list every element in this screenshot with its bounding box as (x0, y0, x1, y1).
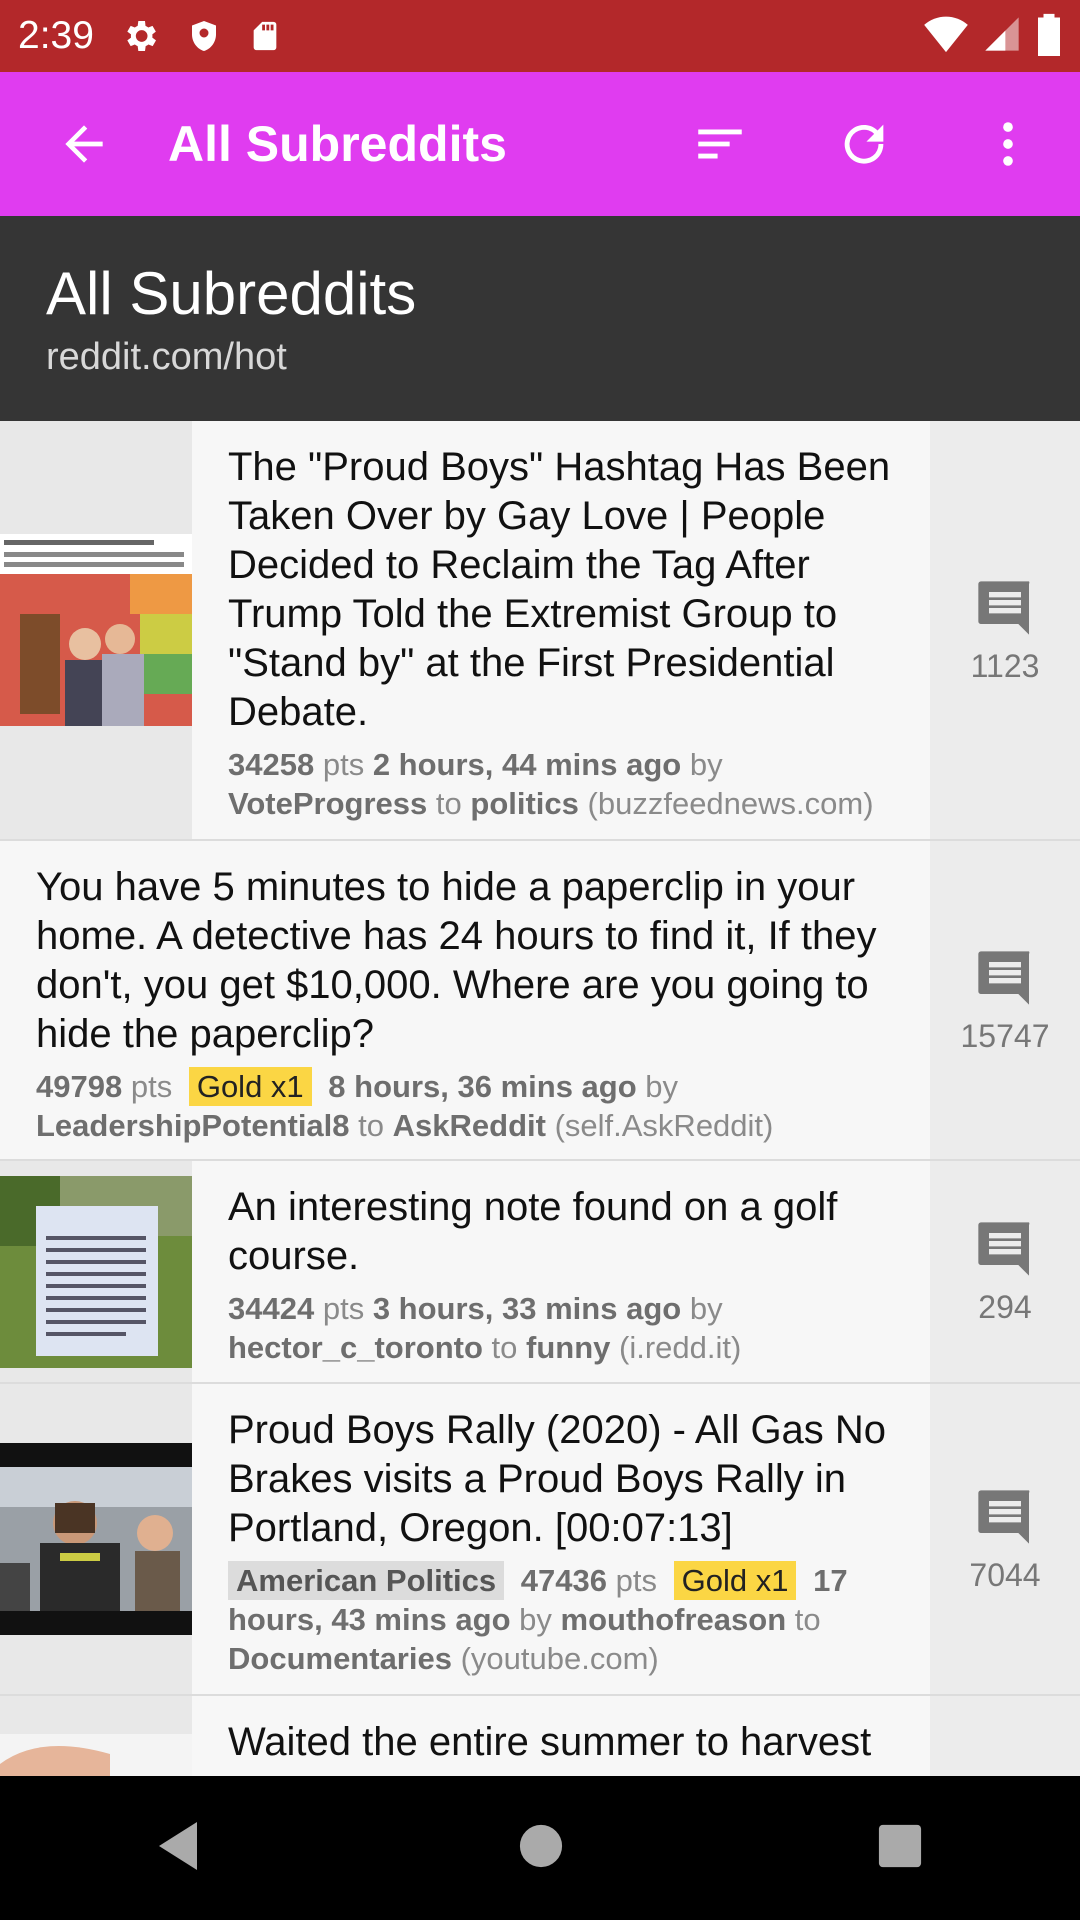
more-vert-icon (1003, 122, 1013, 166)
triangle-back-icon (158, 1821, 197, 1870)
nav-recents-button[interactable] (877, 1823, 923, 1874)
header-subtitle: reddit.com/hot (46, 336, 287, 378)
post-title[interactable]: An interesting note found on a golf cour… (228, 1183, 910, 1281)
battery-icon (1036, 12, 1062, 61)
shield-icon (186, 16, 222, 56)
post-title[interactable]: You have 5 minutes to hide a paperclip i… (36, 863, 910, 1059)
post-subreddit[interactable]: AskReddit (393, 1108, 546, 1143)
comment-icon (978, 950, 1030, 1005)
refresh-button[interactable] (792, 72, 936, 216)
post-title[interactable]: Waited the entire summer to harvest (228, 1718, 910, 1767)
comment-count: 1123 (970, 647, 1040, 684)
post-subreddit[interactable]: politics (470, 786, 579, 821)
post-item[interactable]: The "Proud Boys" Hashtag Has Been Taken … (0, 421, 1080, 841)
post-content[interactable]: You have 5 minutes to hide a paperclip i… (0, 841, 930, 1159)
square-recents-icon (879, 1824, 922, 1867)
thumbnail-image (0, 1175, 192, 1368)
arrow-left-icon (65, 125, 103, 163)
gold-badge: Gold x1 (673, 1561, 797, 1600)
post-meta: 34424 pts 3 hours, 33 mins ago by hector… (228, 1291, 742, 1365)
post-author[interactable]: VoteProgress (228, 786, 427, 821)
sort-icon (698, 129, 742, 159)
sort-button[interactable] (648, 72, 792, 216)
comments-button[interactable]: 294 (930, 1161, 1080, 1382)
comment-icon (978, 580, 1030, 635)
post-content[interactable]: The "Proud Boys" Hashtag Has Been Taken … (192, 421, 930, 839)
post-thumbnail[interactable] (0, 1384, 192, 1694)
post-author[interactable]: hector_c_toronto (228, 1330, 483, 1365)
comments-button[interactable] (930, 1696, 1080, 1776)
nav-back-button[interactable] (157, 1820, 205, 1877)
post-item[interactable]: Proud Boys Rally (2020) - All Gas No Bra… (0, 1384, 1080, 1696)
status-bar: 2:39 (0, 0, 1080, 72)
comment-icon (978, 1489, 1030, 1544)
refresh-icon (844, 124, 884, 164)
comment-count: 294 (978, 1289, 1032, 1325)
settings-icon (120, 16, 160, 56)
post-meta: 34258 pts 2 hours, 44 mins ago by VotePr… (228, 747, 874, 821)
app-bar-title: All Subreddits (168, 116, 507, 172)
comment-count: 15747 (960, 1017, 1050, 1054)
system-nav-bar (0, 1776, 1080, 1920)
post-thumbnail[interactable] (0, 1696, 192, 1776)
post-meta: 49798 pts Gold x1 8 hours, 36 mins ago b… (36, 1067, 774, 1143)
gold-badge: Gold x1 (188, 1067, 312, 1106)
post-content[interactable]: An interesting note found on a golf cour… (192, 1161, 930, 1382)
thumbnail-image (0, 534, 192, 726)
status-time: 2:39 (18, 14, 94, 57)
comment-count: 7044 (969, 1556, 1041, 1593)
thumbnail-image (0, 1734, 192, 1776)
post-content[interactable]: Proud Boys Rally (2020) - All Gas No Bra… (192, 1384, 930, 1694)
post-author[interactable]: mouthofreason (561, 1602, 787, 1637)
post-thumbnail[interactable] (0, 421, 192, 839)
more-options-button[interactable] (936, 72, 1080, 216)
comments-button[interactable]: 1123 (930, 421, 1080, 839)
subreddit-header: All Subreddits reddit.com/hot (0, 216, 1080, 421)
post-meta: American Politics 47436 pts Gold x1 17 h… (228, 1561, 848, 1676)
post-title[interactable]: The "Proud Boys" Hashtag Has Been Taken … (228, 443, 910, 737)
app-bar: All Subreddits (0, 72, 1080, 216)
header-title: All Subreddits (46, 260, 417, 327)
post-item[interactable]: Waited the entire summer to harvest (0, 1696, 1080, 1776)
post-item[interactable]: You have 5 minutes to hide a paperclip i… (0, 841, 1080, 1161)
flair-badge: American Politics (228, 1561, 505, 1600)
sd-card-icon (248, 16, 282, 56)
comments-button[interactable]: 15747 (930, 841, 1080, 1159)
post-subreddit[interactable]: funny (526, 1330, 610, 1365)
post-list[interactable]: The "Proud Boys" Hashtag Has Been Taken … (0, 421, 1080, 1776)
comments-button[interactable]: 7044 (930, 1384, 1080, 1694)
circle-home-icon (519, 1824, 563, 1867)
back-button[interactable] (0, 72, 168, 216)
post-thumbnail[interactable] (0, 1161, 192, 1382)
nav-home-button[interactable] (518, 1823, 564, 1874)
wifi-icon (924, 14, 968, 59)
thumbnail-image (0, 1443, 192, 1635)
post-subreddit[interactable]: Documentaries (228, 1641, 452, 1676)
post-author[interactable]: LeadershipPotential8 (36, 1108, 350, 1143)
post-content[interactable]: Waited the entire summer to harvest (192, 1696, 930, 1776)
post-item[interactable]: An interesting note found on a golf cour… (0, 1161, 1080, 1384)
comment-icon (978, 1222, 1030, 1276)
post-title[interactable]: Proud Boys Rally (2020) - All Gas No Bra… (228, 1406, 910, 1553)
signal-icon (982, 14, 1022, 59)
